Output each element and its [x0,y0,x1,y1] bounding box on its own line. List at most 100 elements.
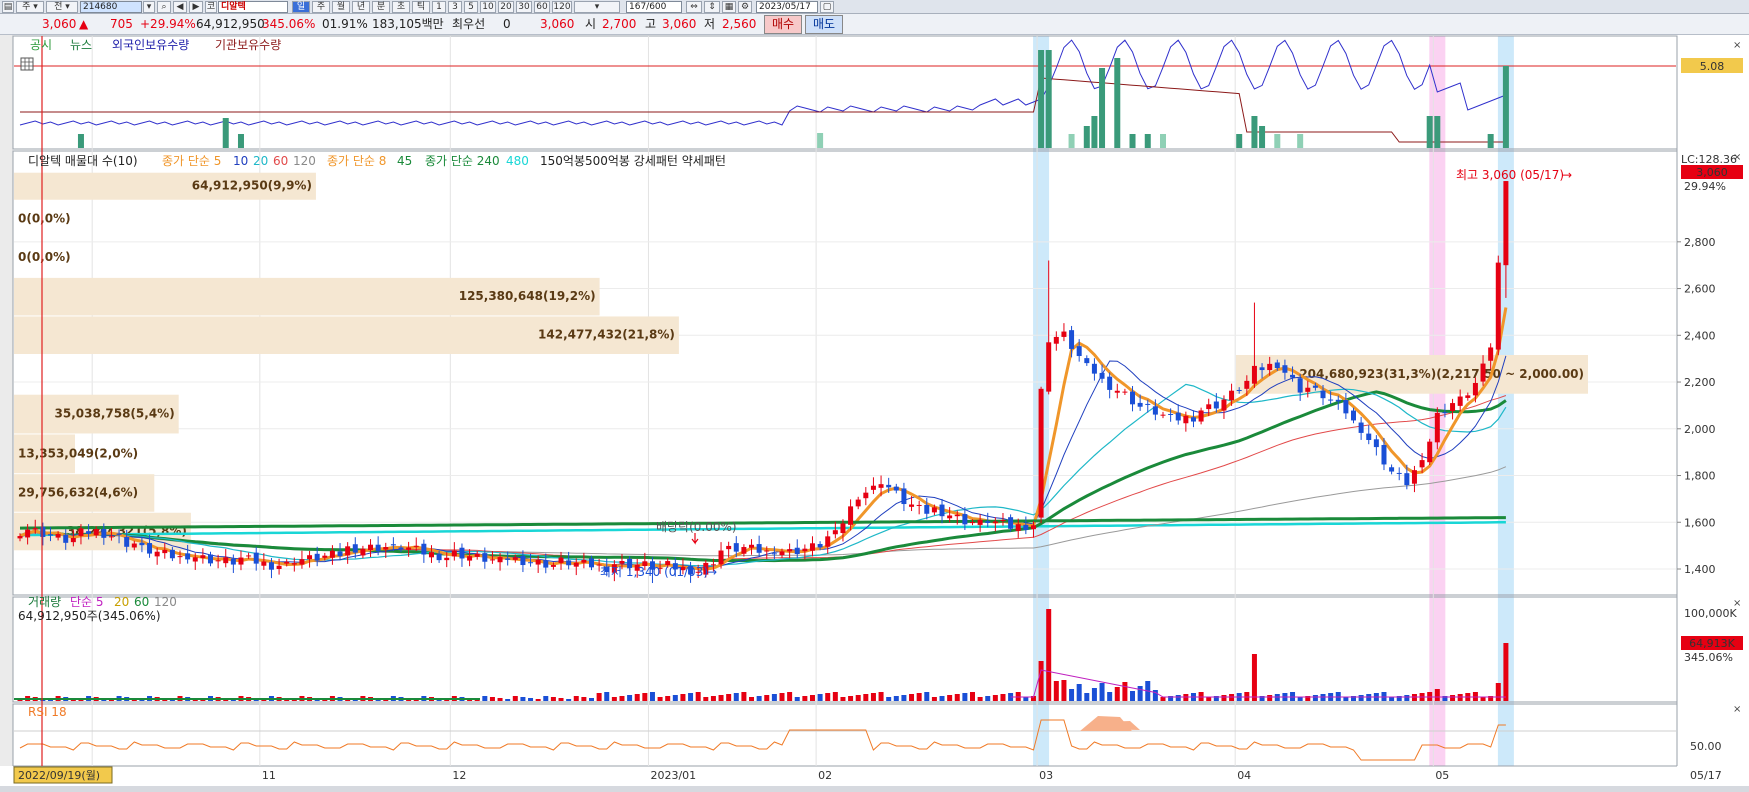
badge-icon[interactable]: 코 [205,1,217,13]
volume-bar [1130,691,1136,701]
holdings-bar [1114,58,1121,148]
volume-bar [1076,684,1082,701]
minute-3-button[interactable]: 3 [448,1,462,13]
volume-bar [642,693,648,701]
legend-ma-5[interactable]: 종가 단순 5 [162,154,221,168]
legend-volume-ma5[interactable]: 단순 5 [70,595,104,609]
minute-1-button[interactable]: 1 [432,1,446,13]
legend-ma-480[interactable]: 480 [506,154,529,168]
all-selector[interactable]: 전 ▾ [46,1,78,13]
legend-ma-60[interactable]: 60 [273,154,288,168]
volume-bar [1000,694,1006,701]
candle-body [192,557,198,562]
candle-body [337,551,343,557]
candle-body [1373,439,1379,448]
date-tick-label: 11 [262,769,276,782]
volume-bar [886,697,892,701]
date-tick-label: 03 [1039,769,1053,782]
stock-code-input[interactable]: 214680 [80,1,142,13]
date-picker-icon[interactable]: ▢ [820,1,834,13]
legend-ma-10[interactable]: 10 [233,154,248,168]
legend-volume-ma20[interactable]: 20 [114,595,129,609]
volume-bar [505,699,511,701]
candle-body [428,552,434,558]
legend-institution[interactable]: 기관보유수량 [215,38,281,52]
custom-period-dropdown[interactable]: ▾ [574,1,620,13]
legend-volume-ma60[interactable]: 60 [134,595,149,609]
candle-body [535,559,541,565]
calendar-icon[interactable]: ▦ [722,1,736,13]
legend-volume-ma120[interactable]: 120 [154,595,177,609]
settings-icon[interactable]: ⚙ [738,1,752,13]
date-input[interactable]: 2023/05/17 [756,1,818,13]
volume-bar [924,692,930,701]
candle-body [55,534,61,538]
close-price-panel-icon[interactable]: × [1733,152,1741,163]
code-dropdown-icon[interactable]: ▾ [143,1,155,13]
holdings-bar [817,133,824,148]
legend-ma-45[interactable]: 45 [397,154,412,168]
period-button-6[interactable]: 틱 [412,1,430,13]
candle-body [1320,390,1326,399]
stock-chart[interactable]: 64,912,950(9,9%) 0(0,0%) 0(0,0%) 125,380,64… [0,35,1749,792]
period-button-4[interactable]: 분 [372,1,390,13]
volume-bar [1099,683,1105,701]
candle-body [726,545,732,550]
volume-bar [1053,681,1059,701]
legend-disclosure[interactable]: 공시 [30,38,52,52]
price-tick-label: 1,400 [1684,563,1716,576]
legend-pattern[interactable]: 150억봉500억봉 강세패턴 약세패턴 [540,153,726,168]
next-stock-icon[interactable]: ▶ [189,1,203,13]
prev-stock-icon[interactable]: ◀ [173,1,187,13]
sell-button[interactable]: 매도 [805,15,843,34]
grid-toggle-icon[interactable] [20,57,34,71]
candle-body [1023,524,1029,530]
period-button-0[interactable]: 일 [292,1,310,13]
market-selector[interactable]: 주 ▾ [16,1,44,13]
period-button-2[interactable]: 월 [332,1,350,13]
volume-bar [710,696,716,701]
menu-icon[interactable]: ▤ [2,1,14,13]
legend-rsi[interactable]: RSI 18 [28,705,67,719]
buy-button[interactable]: 매수 [764,15,802,34]
volume-bar [1389,697,1395,701]
minute-5-button[interactable]: 5 [464,1,478,13]
count-input[interactable]: 167/600 [626,1,682,13]
volume-current-pct: 345.06% [1684,651,1733,664]
close-top-panel-icon[interactable]: × [1733,40,1741,51]
stock-name-input[interactable]: 디알텍 [218,1,288,13]
candle-body [185,553,191,560]
period-button-5[interactable]: 초 [392,1,410,13]
volume-bar [779,693,785,701]
close-volume-panel-icon[interactable]: × [1733,598,1741,609]
minute-10-button[interactable]: 10 [480,1,496,13]
price-tick-label: 2,600 [1684,283,1716,296]
close-rsi-panel-icon[interactable]: × [1733,704,1741,715]
volume-bar [1312,695,1318,701]
legend-ma-8[interactable]: 종가 단순 8 [327,154,386,168]
expand-icon[interactable]: ⇔ [686,1,702,13]
holdings-bar [1091,116,1098,148]
candle-body [139,542,145,546]
volume-bar [863,694,869,701]
minute-30-button[interactable]: 30 [516,1,532,13]
search-icon[interactable]: ⌕ [157,1,171,13]
legend-foreign[interactable]: 외국인보유수량 [112,38,189,52]
minute-20-button[interactable]: 20 [498,1,514,13]
legend-ma-120[interactable]: 120 [293,154,316,168]
volume-bar [931,697,937,701]
minute-120-button[interactable]: 120 [552,1,572,13]
candle-body [1160,414,1166,416]
legend-volume-profile[interactable]: 디알텍 매물대 수(10) [28,154,138,168]
volume-bar [627,695,633,701]
period-button-1[interactable]: 주 [312,1,330,13]
period-button-3[interactable]: 년 [352,1,370,13]
legend-ma-240[interactable]: 종가 단순 240 [425,154,500,168]
minute-60-button[interactable]: 60 [534,1,550,13]
candle-body [909,504,915,507]
legend-ma-20[interactable]: 20 [253,154,268,168]
fit-icon[interactable]: ⇕ [704,1,720,13]
legend-news[interactable]: 뉴스 [70,38,92,52]
legend-volume[interactable]: 거래량 [28,595,61,609]
current-pct-label: 29.94% [1684,180,1726,193]
